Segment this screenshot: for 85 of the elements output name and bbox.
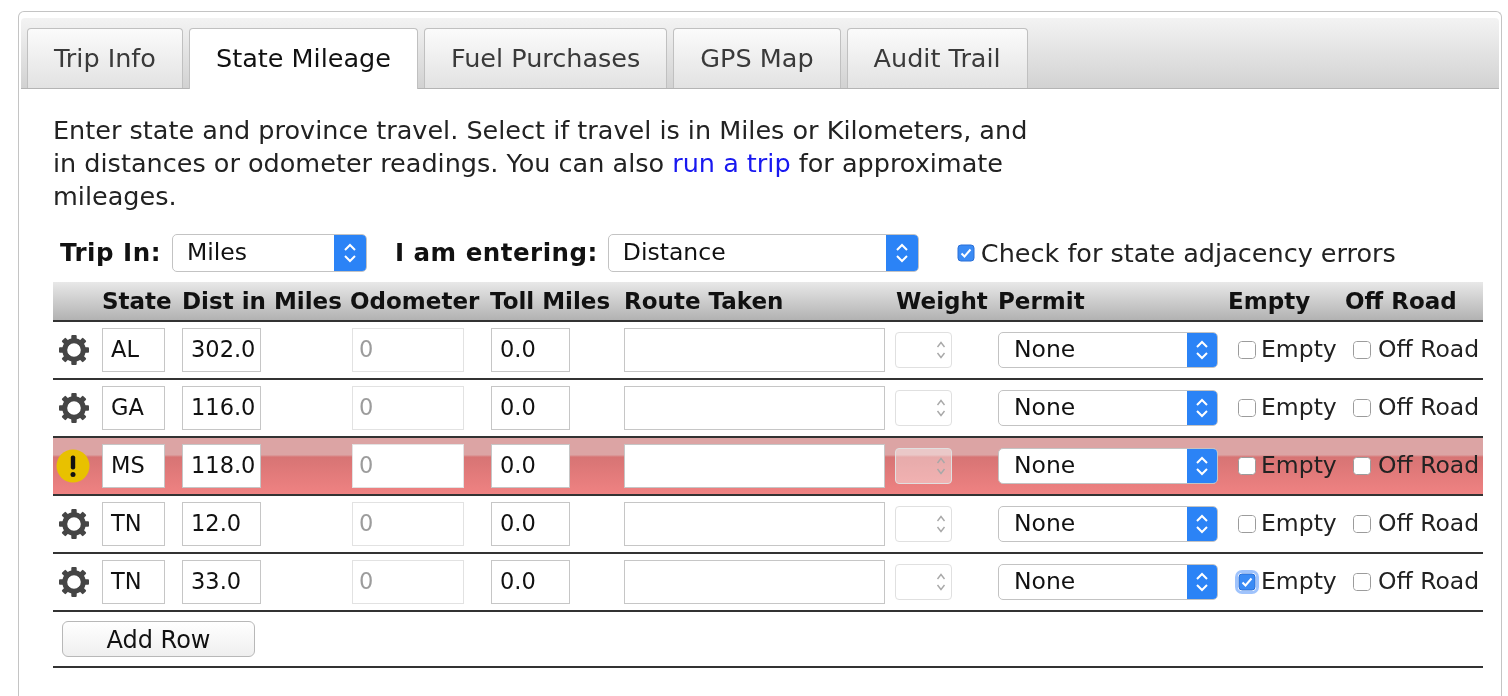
checkbox[interactable]: [1238, 341, 1256, 359]
chevron-updown-icon: [1187, 565, 1217, 599]
toll-miles-field[interactable]: 0.0: [491, 444, 570, 488]
route-field[interactable]: [624, 386, 885, 430]
checkbox[interactable]: [1353, 457, 1371, 475]
tab[interactable]: GPS Map: [673, 28, 841, 88]
column-header: Weight: [896, 286, 988, 316]
odometer-field: 0: [352, 386, 464, 430]
checkbox-label[interactable]: Empty: [1261, 390, 1337, 426]
checkbox[interactable]: [956, 244, 975, 262]
checkbox-label[interactable]: Check for state adjacency errors: [980, 233, 1396, 273]
state-field[interactable]: TN: [102, 502, 165, 546]
tab[interactable]: Trip Info: [27, 28, 183, 88]
toll-miles-field[interactable]: 0.0: [491, 386, 570, 430]
column-header: Toll Miles: [490, 286, 611, 316]
trip-in-label: Trip In:: [60, 236, 161, 269]
warning-icon: [56, 449, 90, 483]
column-header: Permit: [998, 286, 1085, 316]
entering-select[interactable]: Distance: [607, 234, 919, 272]
permit-select[interactable]: None: [998, 564, 1218, 600]
trip-in-select[interactable]: Miles: [171, 234, 367, 272]
state-field[interactable]: TN: [102, 560, 165, 604]
route-field[interactable]: [624, 328, 885, 372]
route-field[interactable]: [624, 502, 885, 546]
checkbox-label[interactable]: Off Road: [1378, 506, 1480, 542]
gear-icon[interactable]: [58, 392, 90, 424]
route-field[interactable]: [624, 560, 885, 604]
column-header: Dist in Miles: [182, 286, 342, 316]
checkbox[interactable]: [1353, 341, 1371, 359]
checkbox[interactable]: [1353, 573, 1371, 591]
chevron-updown-icon: [1187, 507, 1217, 541]
checkbox[interactable]: [1353, 515, 1371, 533]
chevron-updown-icon: [1187, 449, 1217, 483]
chevron-updown-icon: [333, 235, 366, 271]
checkbox[interactable]: [1238, 457, 1256, 475]
column-header: State: [102, 286, 172, 316]
checkbox[interactable]: [1353, 399, 1371, 417]
distance-field[interactable]: 116.0: [182, 386, 261, 430]
checkbox-label[interactable]: Off Road: [1378, 564, 1480, 600]
odometer-field: 0: [352, 444, 464, 488]
permit-select[interactable]: None: [998, 448, 1218, 484]
toll-miles-field[interactable]: 0.0: [491, 328, 570, 372]
state-field[interactable]: GA: [102, 386, 165, 430]
column-header: Odometer: [350, 286, 480, 316]
gear-icon[interactable]: [58, 334, 90, 366]
route-field[interactable]: [624, 444, 885, 488]
tab[interactable]: State Mileage: [188, 28, 418, 89]
chevron-updown-icon: [1187, 333, 1217, 367]
chevron-updown-icon: [1187, 391, 1217, 425]
checkbox-label[interactable]: Empty: [1261, 448, 1337, 484]
column-header: Route Taken: [624, 286, 784, 316]
entering-label: I am entering:: [394, 236, 598, 269]
state-field[interactable]: MS: [102, 444, 165, 488]
checkbox[interactable]: [1238, 573, 1256, 591]
permit-select[interactable]: None: [998, 506, 1218, 542]
odometer-field: 0: [352, 502, 464, 546]
permit-select[interactable]: None: [998, 332, 1218, 368]
distance-field[interactable]: 118.0: [182, 444, 261, 488]
chevron-updown-icon: [885, 235, 918, 271]
checkbox-label[interactable]: Empty: [1261, 332, 1337, 368]
toll-miles-field[interactable]: 0.0: [491, 560, 570, 604]
state-field[interactable]: AL: [102, 328, 165, 372]
column-header: Off Road: [1345, 286, 1457, 316]
odometer-field: 0: [352, 328, 464, 372]
checkbox[interactable]: [1238, 399, 1256, 417]
add-row-button[interactable]: Add Row: [62, 621, 255, 657]
checkbox[interactable]: [1238, 515, 1256, 533]
gear-icon[interactable]: [58, 566, 90, 598]
toll-miles-field[interactable]: 0.0: [491, 502, 570, 546]
column-header: Empty: [1228, 286, 1311, 316]
run-trip-link[interactable]: run a trip: [672, 148, 791, 178]
checkbox-label[interactable]: Off Road: [1378, 390, 1480, 426]
checkbox-label[interactable]: Off Road: [1378, 448, 1480, 484]
checkbox-label[interactable]: Empty: [1261, 564, 1337, 600]
checkbox-label[interactable]: Empty: [1261, 506, 1337, 542]
tab[interactable]: Audit Trail: [846, 28, 1028, 88]
odometer-field: 0: [352, 560, 464, 604]
checkbox-label[interactable]: Off Road: [1378, 332, 1480, 368]
gear-icon[interactable]: [58, 508, 90, 540]
instructions-text: Enter state and province travel. Select if travel is in Miles or Kilometers, and in distances or odometer readings. You can also run a trip for approximate mileages.: [53, 114, 1029, 213]
distance-field[interactable]: 33.0: [182, 560, 261, 604]
distance-field[interactable]: 12.0: [182, 502, 261, 546]
tab[interactable]: Fuel Purchases: [423, 28, 668, 88]
distance-field[interactable]: 302.0: [182, 328, 261, 372]
permit-select[interactable]: None: [998, 390, 1218, 426]
